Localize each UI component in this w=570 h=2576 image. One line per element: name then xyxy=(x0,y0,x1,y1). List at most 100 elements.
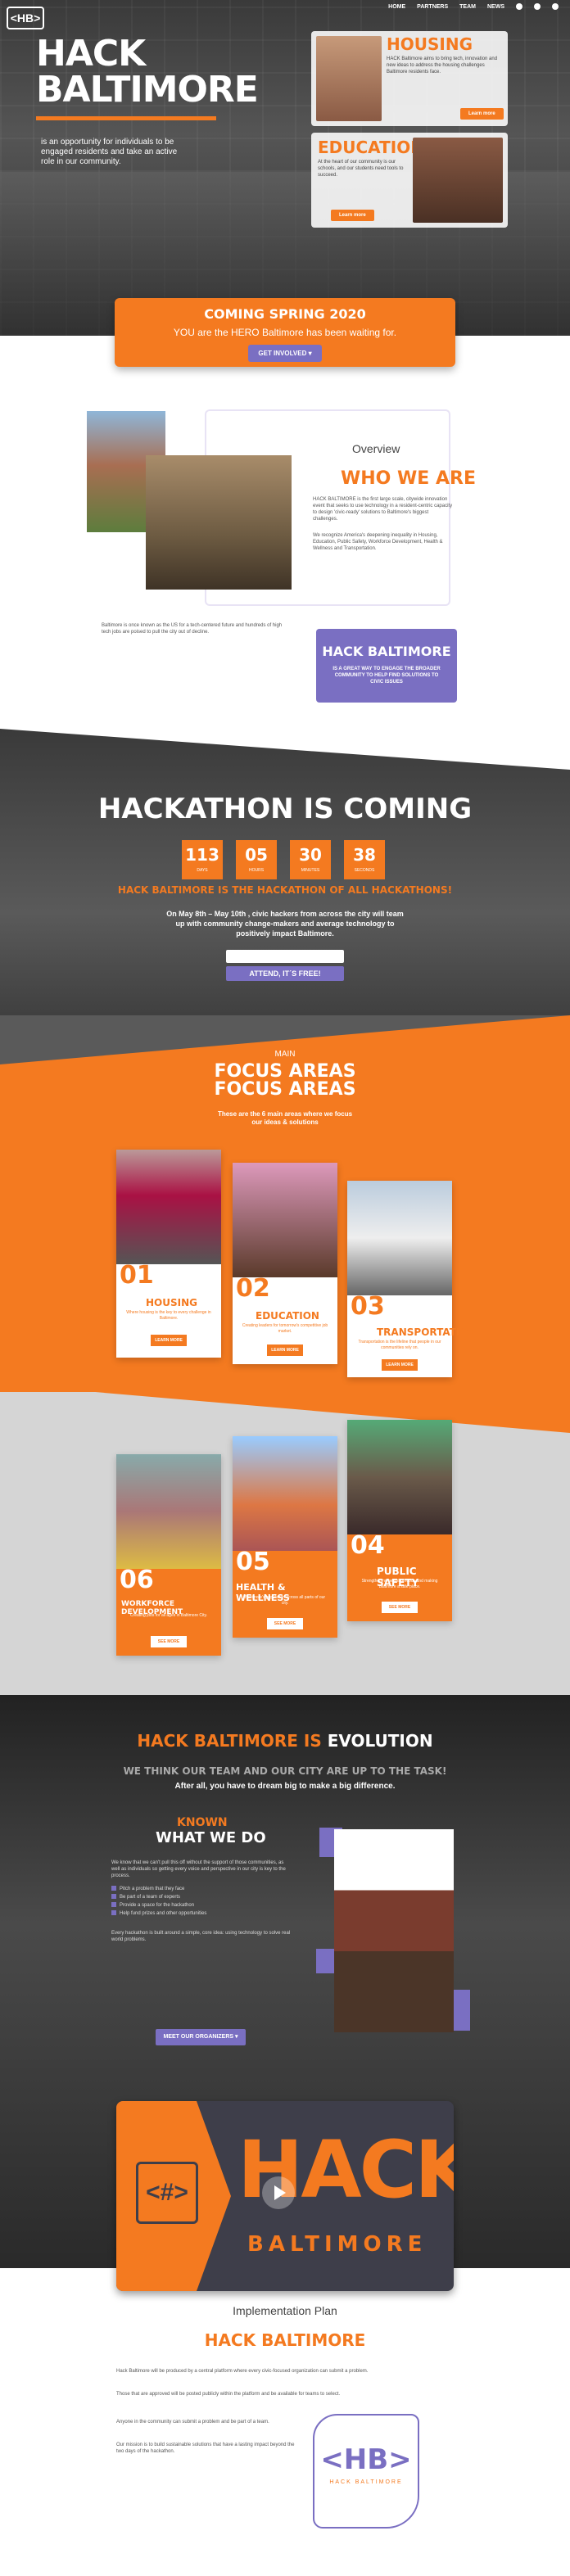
public-safety-see-more-button[interactable]: SEE MORE xyxy=(382,1602,418,1613)
wwd-paragraph: We know that we can't pull this off with… xyxy=(111,1860,286,1878)
housing-learn-button[interactable]: Learn more xyxy=(460,108,504,120)
evolution-title: HACK BALTIMORE IS EVOLUTION xyxy=(137,1731,433,1751)
students-photo xyxy=(334,1829,454,2032)
impl-paragraph-2: Those that are approved will be posted p… xyxy=(116,2392,341,2397)
card-name: HOUSING xyxy=(146,1297,197,1308)
card-desc: Baltimore's population across all parts … xyxy=(244,1595,326,1606)
banner-title: COMING SPRING 2020 xyxy=(204,306,366,322)
education-learn-more-button[interactable]: LEARN MORE xyxy=(267,1344,303,1356)
card-desc: Transportation is the lifeline that peop… xyxy=(358,1340,441,1350)
transportation-learn-more-button[interactable]: LEARN MORE xyxy=(382,1359,418,1371)
focus-title: FOCUS AREAS FOCUS AREAS xyxy=(214,1061,356,1100)
focus-card-public-safety[interactable]: 04 PUBLIC SAFETY Strengthening neighborh… xyxy=(347,1420,452,1621)
list-item: Be part of a team of experts xyxy=(111,1894,292,1900)
impl-paragraph-1: Hack Baltimore will be produced by a cen… xyxy=(116,2369,369,2374)
education-learn-button[interactable]: Learn more xyxy=(331,210,374,221)
card-number: 01 xyxy=(120,1261,154,1290)
card-name: EDUCATION xyxy=(256,1310,319,1322)
meet-organizers-button[interactable]: MEET OUR ORGANIZERS ▾ xyxy=(156,2029,246,2045)
housing-photo xyxy=(116,1150,221,1264)
play-icon[interactable] xyxy=(262,2176,295,2209)
hero-underline xyxy=(36,116,216,120)
email-field[interactable] xyxy=(226,950,344,963)
facebook-icon[interactable] xyxy=(516,3,522,10)
highlight-title: HACK BALTIMORE xyxy=(322,644,451,659)
impl-paragraph-3: Anyone in the community can submit a pro… xyxy=(116,2420,269,2425)
hackathon-description: On May 8th – May 10th , civic hackers fr… xyxy=(166,910,404,938)
evolution-subtitle: WE THINK OUR TEAM AND OUR CITY ARE UP TO… xyxy=(123,1765,447,1777)
focus-card-education[interactable]: 02 EDUCATION Creating leaders for tomorr… xyxy=(233,1163,337,1364)
implementation-title: HACK BALTIMORE xyxy=(204,2330,366,2350)
overview-title: WHO WE ARE xyxy=(341,468,476,489)
card-number: 05 xyxy=(236,1548,270,1576)
countdown-hours: 05 hours xyxy=(236,840,277,879)
housing-image xyxy=(316,36,382,121)
wwd-list: Pitch a problem that they face Be part o… xyxy=(111,1886,292,1917)
focus-divider xyxy=(0,1384,570,1433)
card-number: 02 xyxy=(236,1274,270,1303)
housing-text: HACK Baltimore aims to bring tech, innov… xyxy=(387,56,498,75)
coming-banner: COMING SPRING 2020 YOU are the HERO Balt… xyxy=(115,298,455,367)
list-item: Help fund prizes and other opportunities xyxy=(111,1910,292,1917)
hero-title: HACK BALTIMORE xyxy=(36,33,259,111)
banner-subtitle: YOU are the HERO Baltimore has been wait… xyxy=(173,327,397,338)
implementation-label: Implementation Plan xyxy=(233,2304,337,2317)
known-label: KNOWN xyxy=(177,1816,228,1829)
health-see-more-button[interactable]: SEE MORE xyxy=(267,1618,303,1629)
education-card: EDUCATION At the heart of our community … xyxy=(311,133,508,228)
card-desc: Creating leaders for tomorrow's competit… xyxy=(242,1323,328,1334)
card-number: 04 xyxy=(351,1531,385,1560)
overview-paragraph-2: We recognize America's deepening inequal… xyxy=(313,533,443,551)
education-photo xyxy=(233,1163,337,1277)
twitter-icon[interactable] xyxy=(534,3,541,10)
overview-label: Overview xyxy=(352,442,400,455)
card-number: 03 xyxy=(351,1292,385,1321)
instagram-icon[interactable] xyxy=(552,3,559,10)
card-number: 06 xyxy=(120,1566,154,1594)
public-safety-photo xyxy=(347,1420,452,1534)
transportation-photo xyxy=(347,1181,452,1295)
map-logo-text: <HB> xyxy=(320,2443,412,2476)
map-logo-subtitle: HACK BALTIMORE xyxy=(329,2479,403,2485)
video-subtitle: BALTIMORE xyxy=(247,2232,428,2257)
video-player[interactable]: <#> HACK BALTIMORE xyxy=(116,2101,454,2291)
overview-paragraph-3: Baltimore is once known as the US for a … xyxy=(102,623,283,635)
baltimore-map-logo: <HB> HACK BALTIMORE xyxy=(313,2414,419,2529)
education-image xyxy=(413,138,503,223)
impl-paragraph-4: Our mission is to build sustainable solu… xyxy=(116,2443,295,2454)
focus-card-health[interactable]: 05 HEALTH & WELLNESS Baltimore's populat… xyxy=(233,1436,337,1638)
housing-title: HOUSING xyxy=(387,34,473,54)
card-desc: Where housing is the key to every challe… xyxy=(126,1310,211,1321)
focus-card-workforce[interactable]: 06 WORKFORCE DEVELOPMENT Creating jobs f… xyxy=(116,1454,221,1656)
evolution-tagline: After all, you have to dream big to make… xyxy=(174,1782,396,1791)
list-item: Provide a space for the hackathon xyxy=(111,1902,292,1909)
focus-subtitle: These are the 6 main areas where we focu… xyxy=(217,1110,353,1126)
hackathon-subtitle: HACK BALTIMORE IS THE HACKATHON OF ALL H… xyxy=(117,884,453,896)
card-desc: Strengthening neighborhoods and making B… xyxy=(361,1579,438,1589)
overview-photo-people xyxy=(146,455,292,590)
card-name: TRANSPORTATION xyxy=(377,1326,477,1338)
highlight-text: IS A GREAT WAY TO ENGAGE THE BROADER COM… xyxy=(332,667,441,685)
focus-card-housing[interactable]: 01 HOUSING Where housing is the key to e… xyxy=(116,1150,221,1358)
nav-team[interactable]: TEAM xyxy=(459,4,476,10)
overview-highlight-box: HACK BALTIMORE IS A GREAT WAY TO ENGAGE … xyxy=(316,629,457,703)
focus-card-transportation[interactable]: 03 TRANSPORTATION Transportation is the … xyxy=(347,1181,477,1377)
attend-button[interactable]: ATTEND, IT´S FREE! xyxy=(226,966,344,981)
focus-label: MAIN xyxy=(274,1050,296,1059)
video-logo: <#> xyxy=(136,2162,198,2224)
housing-card: HOUSING HACK Baltimore aims to bring tec… xyxy=(311,31,508,126)
wwd-paragraph-2: Every hackathon is built around a simple… xyxy=(111,1931,291,1942)
countdown-minutes: 30 minutes xyxy=(290,840,331,879)
hackathon-title: HACKATHON IS COMING xyxy=(97,793,473,825)
get-involved-button[interactable]: GET INVOLVED ▾ xyxy=(248,345,322,362)
countdown-seconds: 38 seconds xyxy=(344,840,385,879)
logo[interactable]: <HB> xyxy=(7,7,44,29)
workforce-see-more-button[interactable]: SEE MORE xyxy=(151,1636,187,1647)
nav-partners[interactable]: PARTNERS xyxy=(417,4,448,10)
housing-learn-more-button[interactable]: LEARN MORE xyxy=(151,1335,187,1346)
workforce-photo xyxy=(116,1454,221,1569)
countdown-days: 113 days xyxy=(182,840,223,879)
nav-home[interactable]: HOME xyxy=(388,4,405,10)
nav-news[interactable]: NEWS xyxy=(487,4,504,10)
chevron-down-icon: ▾ xyxy=(308,350,312,357)
